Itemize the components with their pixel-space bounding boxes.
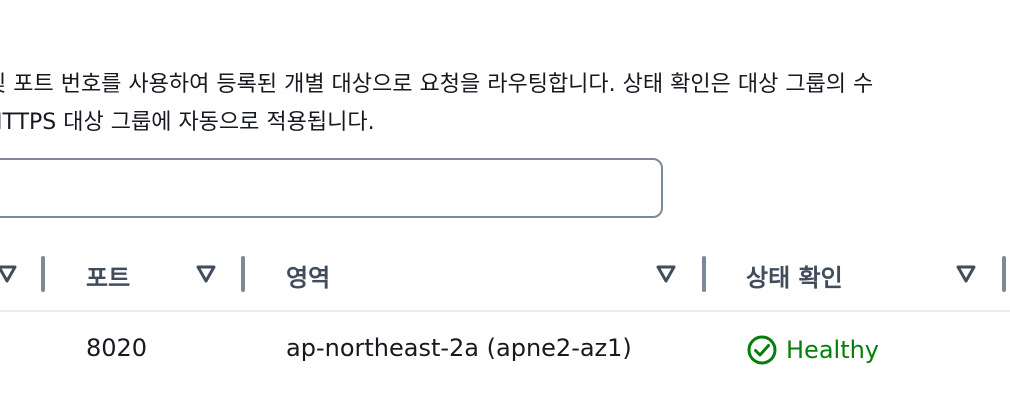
column-resize-handle[interactable] (1002, 256, 1006, 292)
column-header-port[interactable]: 포트 (86, 258, 130, 293)
row-divider (0, 310, 1010, 312)
health-status-label: Healthy (786, 336, 880, 364)
sort-descending-icon[interactable] (955, 264, 977, 284)
column-header-health[interactable]: 상태 확인 (746, 258, 843, 293)
description-line-1: 및 포트 번호를 사용하여 등록된 개별 대상으로 요청을 라우팅합니다. 상태… (0, 72, 874, 97)
sort-descending-icon[interactable] (0, 264, 18, 284)
column-header-zone[interactable]: 영역 (286, 258, 330, 293)
sort-descending-icon[interactable] (655, 264, 677, 284)
port-cell: 8020 (86, 334, 148, 362)
description-line-2: HTTPS 대상 그룹에 자동으로 적용됩니다. (0, 110, 375, 135)
search-input[interactable] (0, 158, 663, 218)
column-resize-handle[interactable] (702, 256, 706, 292)
zone-cell: ap-northeast-2a (apne2-az1) (286, 334, 632, 362)
health-status: Healthy (746, 334, 879, 366)
column-resize-handle[interactable] (41, 256, 45, 292)
description-text: 및 포트 번호를 사용하여 등록된 개별 대상으로 요청을 라우팅합니다. 상태… (0, 66, 1010, 142)
sort-descending-icon[interactable] (195, 264, 217, 284)
table-header: 포트 영역 상태 확인 (0, 246, 1010, 302)
column-resize-handle[interactable] (241, 256, 245, 292)
check-circle-icon (747, 335, 777, 365)
